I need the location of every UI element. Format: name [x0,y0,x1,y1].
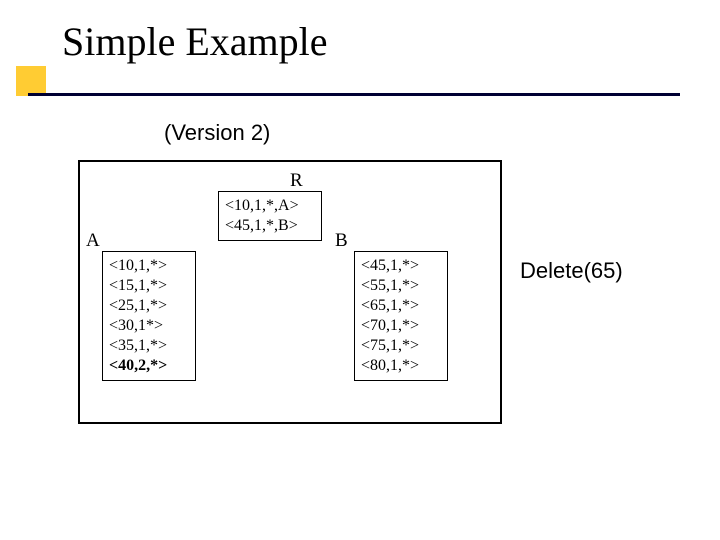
node-row: <15,1,*> [109,276,189,296]
node-row: <55,1,*> [361,276,441,296]
operation-label: Delete(65) [520,258,623,284]
node-row: <45,1,*,B> [225,216,315,236]
node-row: <10,1,*> [109,256,189,276]
node-a: <10,1,*><15,1,*><25,1,*><30,1*><35,1,*><… [102,251,196,381]
node-row: <30,1*> [109,316,189,336]
label-a: A [86,230,100,252]
label-r: R [290,170,303,192]
node-r: <10,1,*,A><45,1,*,B> [218,191,322,241]
title-underline [28,93,680,96]
node-row: <80,1,*> [361,356,441,376]
node-row: <65,1,*> [361,296,441,316]
node-row: <35,1,*> [109,336,189,356]
page-title: Simple Example [62,18,328,65]
subtitle: (Version 2) [164,120,270,146]
accent-square [16,66,46,96]
node-row: <75,1,*> [361,336,441,356]
label-b: B [335,230,348,252]
node-row: <70,1,*> [361,316,441,336]
node-b: <45,1,*><55,1,*><65,1,*><70,1,*><75,1,*>… [354,251,448,381]
node-row: <10,1,*,A> [225,196,315,216]
node-row: <45,1,*> [361,256,441,276]
node-row: <40,2,*> [109,356,189,376]
node-row: <25,1,*> [109,296,189,316]
